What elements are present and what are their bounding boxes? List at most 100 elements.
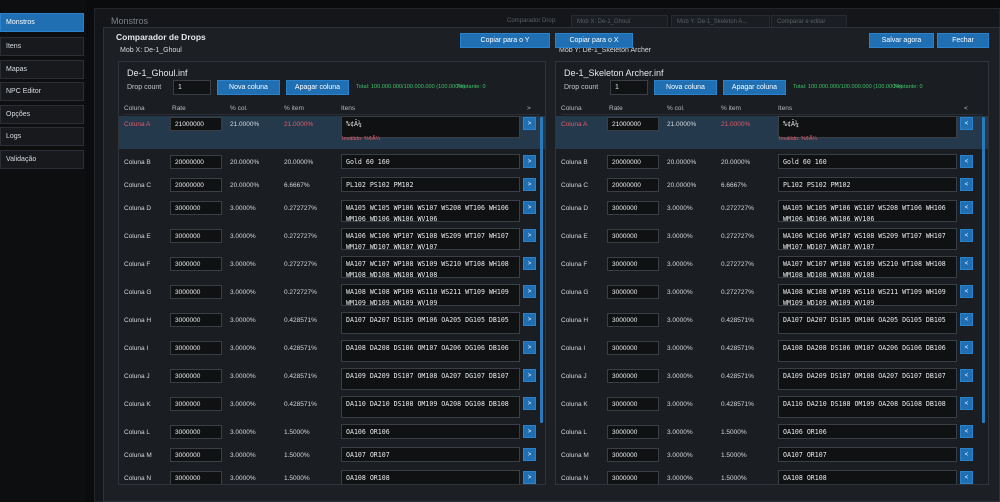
rate-input[interactable]: 3000000: [607, 341, 659, 355]
copy-row-button[interactable]: <: [960, 313, 973, 326]
copy-row-button[interactable]: <: [960, 448, 973, 461]
copy-row-button[interactable]: <: [960, 397, 973, 410]
copy-row-button[interactable]: >: [523, 201, 536, 214]
copy-row-button[interactable]: >: [523, 178, 536, 191]
items-input[interactable]: WA106 WC106 WP107 WS108 WS209 WT107 WH10…: [341, 228, 520, 251]
items-input[interactable]: DA110 DA210 DS108 OM109 OA208 DG108 DB10…: [341, 396, 520, 418]
header-toggle[interactable]: >: [527, 105, 531, 112]
copy-row-button[interactable]: >: [523, 448, 536, 461]
items-input[interactable]: PL102 PS102 PM102: [341, 177, 520, 192]
items-input[interactable]: OA107 OR107: [778, 447, 957, 462]
rate-input[interactable]: 3000000: [607, 313, 659, 327]
copy-row-button[interactable]: >: [523, 397, 536, 410]
items-input[interactable]: Gold 60 160: [341, 154, 520, 169]
items-input[interactable]: DA110 DA210 DS108 OM109 OA208 DG108 DB10…: [778, 396, 957, 418]
vertical-scrollbar[interactable]: [982, 117, 985, 423]
copy-to-y-button[interactable]: Copiar para o Y: [460, 33, 550, 48]
items-input[interactable]: OA106 OR106: [341, 424, 520, 439]
rate-input[interactable]: 21000000: [607, 117, 659, 131]
items-input[interactable]: DA108 DA208 DS106 OM107 OA206 DG106 DB10…: [341, 340, 520, 362]
drop-count-input[interactable]: 1: [173, 80, 211, 95]
sidebar-item-opcoes[interactable]: Opções: [0, 105, 84, 124]
copy-row-button[interactable]: >: [523, 313, 536, 326]
rate-input[interactable]: 3000000: [607, 471, 659, 484]
rate-input[interactable]: 3000000: [170, 229, 222, 243]
rate-input[interactable]: 20000000: [607, 155, 659, 169]
rate-input[interactable]: 3000000: [170, 425, 222, 439]
sidebar-item-monstros[interactable]: Monstros: [0, 13, 84, 32]
items-input[interactable]: OA108 OR108: [778, 470, 957, 484]
copy-row-button[interactable]: <: [960, 369, 973, 382]
copy-row-button[interactable]: >: [523, 117, 536, 130]
rate-input[interactable]: 3000000: [607, 369, 659, 383]
rate-input[interactable]: 3000000: [607, 257, 659, 271]
sidebar-item-logs[interactable]: Logs: [0, 127, 84, 146]
rate-input[interactable]: 3000000: [170, 257, 222, 271]
copy-row-button[interactable]: >: [523, 341, 536, 354]
rate-input[interactable]: 3000000: [170, 471, 222, 484]
rate-input[interactable]: 20000000: [170, 155, 222, 169]
rate-input[interactable]: 3000000: [170, 201, 222, 215]
rate-input[interactable]: 3000000: [170, 397, 222, 411]
rate-input[interactable]: 3000000: [607, 397, 659, 411]
rate-input[interactable]: 3000000: [170, 341, 222, 355]
rate-input[interactable]: 3000000: [170, 448, 222, 462]
items-input[interactable]: WA107 WC107 WP108 WS109 WS210 WT108 WH10…: [778, 256, 957, 279]
rate-input[interactable]: 3000000: [607, 425, 659, 439]
copy-row-button[interactable]: <: [960, 178, 973, 191]
sidebar-item-npc-editor[interactable]: NPC Editor: [0, 82, 84, 101]
copy-to-x-button[interactable]: Copiar para o X: [555, 33, 633, 48]
delete-column-button[interactable]: Apagar coluna: [723, 80, 786, 95]
drop-count-input[interactable]: 1: [610, 80, 648, 95]
rate-input[interactable]: 3000000: [607, 448, 659, 462]
items-input[interactable]: WA106 WC106 WP107 WS108 WS209 WT107 WH10…: [778, 228, 957, 251]
items-input[interactable]: %¢Ã¼: [341, 116, 520, 138]
sidebar-item-mapas[interactable]: Mapas: [0, 60, 84, 79]
items-input[interactable]: WA105 WC105 WP106 WS107 WS208 WT106 WH10…: [778, 200, 957, 223]
new-column-button[interactable]: Nova coluna: [654, 80, 717, 95]
items-input[interactable]: WA107 WC107 WP108 WS109 WS210 WT108 WH10…: [341, 256, 520, 279]
items-input[interactable]: PL102 PS102 PM102: [778, 177, 957, 192]
items-input[interactable]: WA108 WC108 WP109 WS110 WS211 WT109 WH10…: [778, 284, 957, 307]
rate-input[interactable]: 3000000: [170, 313, 222, 327]
rate-input[interactable]: 3000000: [607, 201, 659, 215]
items-input[interactable]: DA107 DA207 DS105 OM106 OA205 DG105 DB10…: [778, 312, 957, 334]
items-input[interactable]: DA109 DA209 DS107 OM108 OA207 DG107 DB10…: [341, 368, 520, 390]
copy-row-button[interactable]: >: [523, 369, 536, 382]
copy-row-button[interactable]: >: [523, 155, 536, 168]
copy-row-button[interactable]: <: [960, 155, 973, 168]
items-input[interactable]: WA108 WC108 WP109 WS110 WS211 WT109 WH10…: [341, 284, 520, 307]
items-input[interactable]: OA107 OR107: [341, 447, 520, 462]
rate-input[interactable]: 3000000: [170, 369, 222, 383]
rate-input[interactable]: 3000000: [170, 285, 222, 299]
copy-row-button[interactable]: >: [523, 471, 536, 484]
rate-input[interactable]: 21000000: [170, 117, 222, 131]
copy-row-button[interactable]: <: [960, 285, 973, 298]
delete-column-button[interactable]: Apagar coluna: [286, 80, 349, 95]
close-button[interactable]: Fechar: [937, 33, 989, 48]
items-input[interactable]: Gold 60 160: [778, 154, 957, 169]
header-toggle[interactable]: <: [964, 105, 968, 112]
copy-row-button[interactable]: <: [960, 341, 973, 354]
copy-row-button[interactable]: <: [960, 229, 973, 242]
items-input[interactable]: OA106 OR106: [778, 424, 957, 439]
items-input[interactable]: WA105 WC105 WP106 WS107 WS208 WT106 WH10…: [341, 200, 520, 223]
sidebar-item-validacao[interactable]: Validação: [0, 150, 84, 169]
rate-input[interactable]: 3000000: [607, 285, 659, 299]
items-input[interactable]: DA109 DA209 DS107 OM108 OA207 DG107 DB10…: [778, 368, 957, 390]
save-now-button[interactable]: Salvar agora: [869, 33, 934, 48]
rate-input[interactable]: 3000000: [607, 229, 659, 243]
vertical-scrollbar[interactable]: [540, 117, 543, 423]
sidebar-item-itens[interactable]: Itens: [0, 37, 84, 56]
copy-row-button[interactable]: >: [523, 425, 536, 438]
items-input[interactable]: DA107 DA207 DS105 OM106 OA205 DG105 DB10…: [341, 312, 520, 334]
copy-row-button[interactable]: >: [523, 229, 536, 242]
new-column-button[interactable]: Nova coluna: [217, 80, 280, 95]
rate-input[interactable]: 20000000: [607, 178, 659, 192]
copy-row-button[interactable]: <: [960, 201, 973, 214]
rate-input[interactable]: 20000000: [170, 178, 222, 192]
copy-row-button[interactable]: <: [960, 425, 973, 438]
copy-row-button[interactable]: <: [960, 471, 973, 484]
items-input[interactable]: DA108 DA208 DS106 OM107 OA206 DG106 DB10…: [778, 340, 957, 362]
items-input[interactable]: OA108 OR108: [341, 470, 520, 484]
